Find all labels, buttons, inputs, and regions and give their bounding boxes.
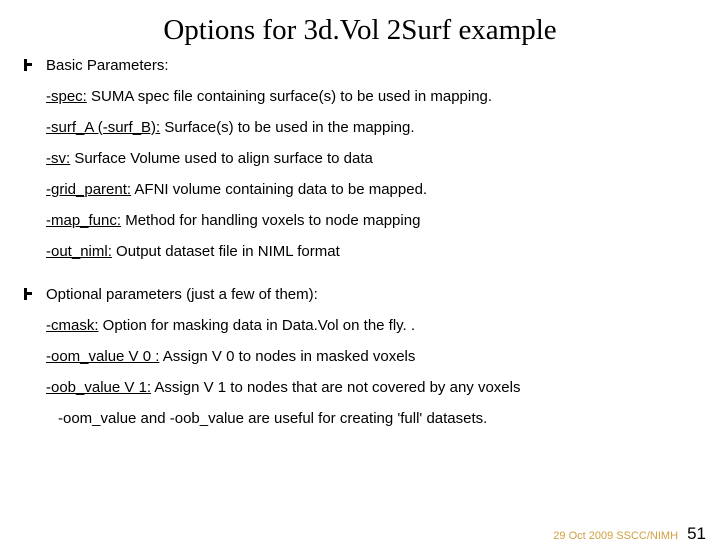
- param-map-func: -map_func: Method for handling voxels to…: [46, 212, 700, 229]
- section1-heading-row: Basic Parameters:: [46, 57, 700, 74]
- opt-label-2: (-surf_B):: [94, 119, 161, 136]
- finger-icon: [22, 57, 34, 73]
- opt-desc: Output dataset file in NIML format: [112, 243, 340, 260]
- section2-note: -oom_value and -oob_value are useful for…: [58, 410, 700, 427]
- param-surf-a: -surf_A (-surf_B): Surface(s) to be used…: [46, 119, 700, 136]
- opt-desc: Assign V 0 to nodes in masked voxels: [159, 348, 415, 365]
- param-grid-parent: -grid_parent: AFNI volume containing dat…: [46, 181, 700, 198]
- param-spec: -spec: SUMA spec file containing surface…: [46, 88, 700, 105]
- page-number: 51: [687, 524, 706, 543]
- page-title: Options for 3d.Vol 2Surf example: [0, 14, 720, 47]
- param-cmask: -cmask: Option for masking data in Data.…: [46, 317, 700, 334]
- opt-desc: Surface(s) to be used in the mapping.: [160, 119, 414, 136]
- opt-label: -sv:: [46, 150, 70, 167]
- opt-desc: AFNI volume containing data to be mapped…: [131, 181, 427, 198]
- opt-label: -grid_parent:: [46, 181, 131, 198]
- param-oom-value: -oom_value V 0 : Assign V 0 to nodes in …: [46, 348, 700, 365]
- footer-date: 29 Oct 2009 SSCC/NIMH: [553, 530, 678, 542]
- section2-heading: Optional parameters (just a few of them)…: [46, 286, 318, 303]
- opt-desc: Method for handling voxels to node mappi…: [121, 212, 420, 229]
- opt-label: -oom_value V 0 :: [46, 348, 159, 365]
- opt-label: -out_niml:: [46, 243, 112, 260]
- opt-label: -surf_A: [46, 119, 94, 136]
- opt-label: -cmask:: [46, 317, 99, 334]
- footer: 29 Oct 2009 SSCC/NIMH 51: [553, 524, 706, 544]
- section1-heading: Basic Parameters:: [46, 57, 169, 74]
- opt-label: -oob_value V 1:: [46, 379, 151, 396]
- opt-label: -spec:: [46, 88, 87, 105]
- section2-heading-row: Optional parameters (just a few of them)…: [46, 286, 700, 303]
- finger-icon: [22, 286, 34, 302]
- opt-desc: Option for masking data in Data.Vol on t…: [99, 317, 416, 334]
- opt-desc: Assign V 1 to nodes that are not covered…: [151, 379, 520, 396]
- param-oob-value: -oob_value V 1: Assign V 1 to nodes that…: [46, 379, 700, 396]
- param-sv: -sv: Surface Volume used to align surfac…: [46, 150, 700, 167]
- param-out-niml: -out_niml: Output dataset file in NIML f…: [46, 243, 700, 260]
- opt-desc: Surface Volume used to align surface to …: [70, 150, 373, 167]
- opt-label: -map_func:: [46, 212, 121, 229]
- opt-desc: SUMA spec file containing surface(s) to …: [87, 88, 492, 105]
